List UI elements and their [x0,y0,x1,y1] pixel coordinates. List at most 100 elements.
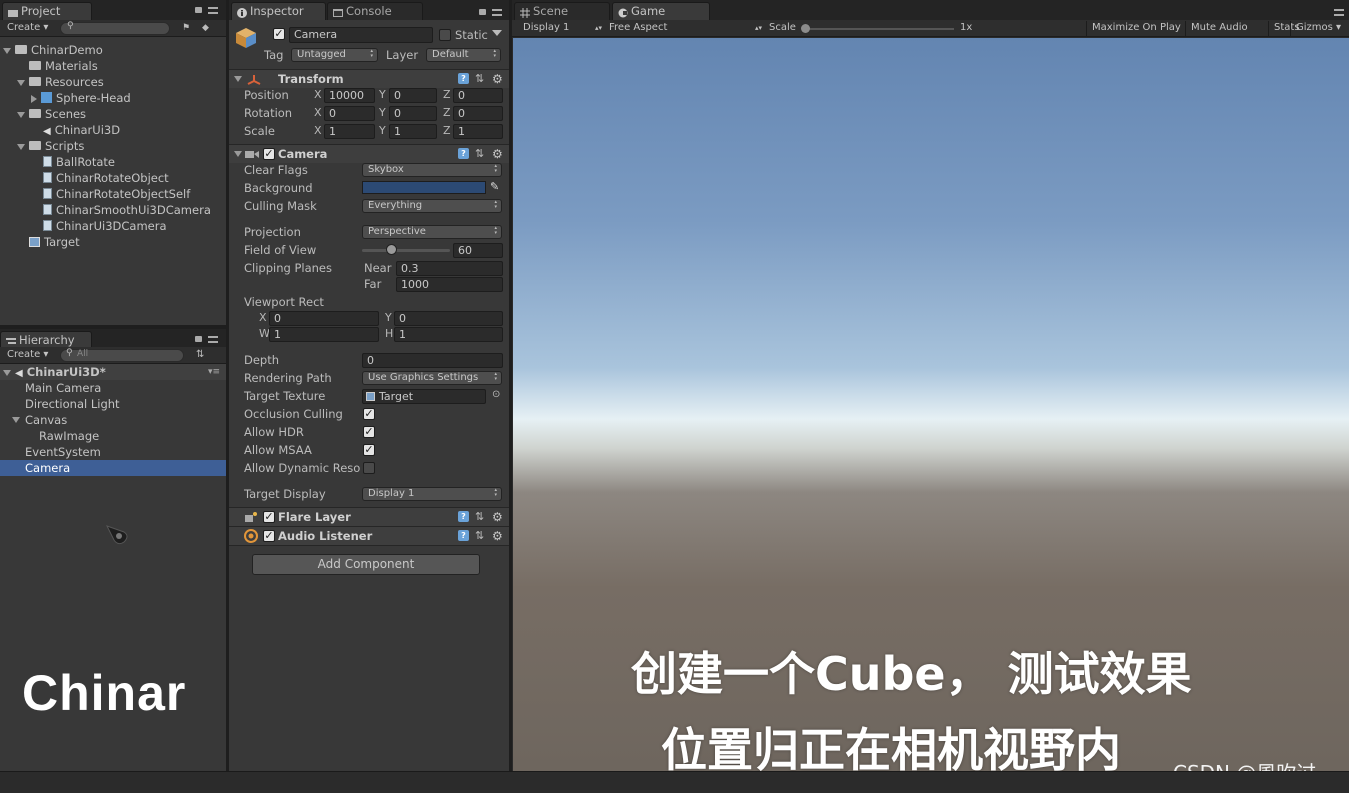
allow-hdr-checkbox[interactable]: ✓ [363,426,375,438]
collapsed-arrow-icon[interactable] [31,94,37,103]
display-dropdown[interactable]: Display 1 ▴▾ [518,21,602,36]
project-tree-item[interactable]: ChinarUi3DCamera [31,218,167,234]
collapse-arrow-icon[interactable] [234,151,242,157]
layer-dropdown[interactable]: Default [426,48,501,62]
mute-audio-toggle[interactable]: Mute Audio [1185,21,1248,36]
project-tree-item[interactable]: Resources [17,74,104,90]
depth-field[interactable]: 0 [362,353,503,368]
tab-console[interactable]: Console [327,2,423,20]
project-tree-item[interactable]: Scenes [17,106,86,122]
eyedropper-icon[interactable]: ✎ [490,180,499,193]
collapse-arrow-icon[interactable] [234,76,242,82]
allow-msaa-checkbox[interactable]: ✓ [363,444,375,456]
transform-y-field[interactable]: 1 [389,124,437,139]
project-tree-item[interactable]: Target [17,234,80,250]
project-search-input[interactable]: ⚲ [60,21,170,35]
transform-z-field[interactable]: 0 [453,88,503,103]
help-icon[interactable]: ? [458,73,469,84]
tab-scene[interactable]: Scene [514,2,610,20]
viewport-y-field[interactable]: 0 [394,311,503,326]
background-color-swatch[interactable] [362,181,486,194]
viewport-w-field[interactable]: 1 [269,327,379,342]
camera-header[interactable]: ✓ Camera ? ⇅ ⚙ [229,144,509,163]
gear-icon[interactable]: ⚙ [492,530,503,542]
project-tree-item[interactable]: Sphere-Head [31,90,131,106]
project-tree-item[interactable]: BallRotate [31,154,115,170]
hierarchy-item[interactable]: Main Camera [0,380,226,396]
filter-type-icon[interactable]: ⚑ [182,23,193,34]
gizmos-toggle[interactable]: Gizmos ▾ [1290,21,1348,36]
add-component-button[interactable]: Add Component [252,554,480,575]
flare-layer-enabled-checkbox[interactable]: ✓ [263,511,275,523]
inspector-lock-icon[interactable] [479,9,486,15]
help-icon[interactable]: ? [458,511,469,522]
viewport-h-field[interactable]: 1 [394,327,503,342]
target-display-dropdown[interactable]: Display 1 [362,487,502,501]
game-menu-icon[interactable] [1334,9,1344,16]
tag-dropdown[interactable]: Untagged [291,48,378,62]
transform-x-field[interactable]: 10000 [324,88,375,103]
scale-slider-thumb[interactable] [801,24,810,33]
game-viewport[interactable]: 创建一个Cube， 测试效果 位置归正在相机视野内 CSDN @風吹过 [513,38,1349,785]
maximize-on-play-toggle[interactable]: Maximize On Play [1086,21,1181,36]
expand-arrow-icon[interactable] [3,47,11,54]
camera-enabled-checkbox[interactable]: ✓ [263,148,275,160]
hierarchy-item[interactable]: RawImage [0,428,226,444]
hierarchy-scene-row[interactable]: ◀ ChinarUi3D* ▾≡ [0,364,226,380]
active-checkbox[interactable]: ✓ [273,28,285,40]
projection-dropdown[interactable]: Perspective [362,225,502,239]
inspector-menu-icon[interactable] [492,9,502,16]
expand-arrow-icon[interactable] [17,79,25,86]
far-field[interactable]: 1000 [396,277,503,292]
rendering-path-dropdown[interactable]: Use Graphics Settings [362,371,502,385]
hierarchy-create-button[interactable]: Create ▾ [2,348,52,363]
transform-x-field[interactable]: 1 [324,124,375,139]
object-picker-icon[interactable]: ⊙ [492,389,500,400]
lock-icon[interactable] [195,7,202,13]
hierarchy-item[interactable]: EventSystem [0,444,226,460]
viewport-x-field[interactable]: 0 [269,311,379,326]
hierarchy-menu-icon[interactable] [208,336,218,343]
expand-arrow-icon[interactable] [3,369,11,376]
filter-label-icon[interactable]: ◆ [202,23,213,34]
help-icon[interactable]: ? [458,530,469,541]
transform-x-field[interactable]: 0 [324,106,375,121]
panel-menu-icon[interactable] [208,7,218,14]
tab-game[interactable]: Game [612,2,710,20]
expand-arrow-icon[interactable] [17,111,25,118]
hierarchy-item[interactable]: Directional Light [0,396,226,412]
transform-header[interactable]: Transform ? ⇅ ⚙ [229,69,509,88]
expand-arrow-icon[interactable] [17,143,25,150]
transform-z-field[interactable]: 1 [453,124,503,139]
static-dropdown-icon[interactable] [492,30,502,36]
preset-icon[interactable]: ⇅ [475,147,484,160]
fov-slider-track[interactable] [362,249,450,252]
object-name-field[interactable]: Camera [289,27,433,43]
audio-listener-header[interactable]: ✓ Audio Listener ? ⇅ ⚙ [229,526,509,545]
hierarchy-lock-icon[interactable] [195,336,202,342]
occlusion-culling-checkbox[interactable]: ✓ [363,408,375,420]
static-checkbox[interactable] [439,29,451,41]
transform-z-field[interactable]: 0 [453,106,503,121]
scene-menu-icon[interactable]: ▾≡ [208,364,220,380]
project-tree-item[interactable]: ◀ ChinarUi3D [31,122,120,138]
tab-inspector[interactable]: Inspector [231,2,326,20]
preset-icon[interactable]: ⇅ [475,72,484,85]
near-field[interactable]: 0.3 [396,261,503,276]
allow-dynamic-resolution-checkbox[interactable] [363,462,375,474]
hierarchy-item[interactable]: Camera [0,460,226,476]
project-tree-item[interactable]: ChinarDemo [3,42,103,58]
preset-icon[interactable]: ⇅ [475,529,484,542]
project-create-button[interactable]: Create ▾ [2,21,52,36]
gear-icon[interactable]: ⚙ [492,511,503,523]
transform-y-field[interactable]: 0 [389,106,437,121]
scale-slider-track[interactable] [802,28,954,30]
transform-y-field[interactable]: 0 [389,88,437,103]
preset-icon[interactable]: ⇅ [475,510,484,523]
project-tree-item[interactable]: ChinarSmoothUi3DCamera [31,202,211,218]
project-tree-item[interactable]: Scripts [17,138,84,154]
project-tree-item[interactable]: ChinarRotateObjectSelf [31,186,190,202]
help-icon[interactable]: ? [458,148,469,159]
project-tree-item[interactable]: ChinarRotateObject [31,170,169,186]
hierarchy-search-input[interactable]: ⚲ All [60,348,184,362]
